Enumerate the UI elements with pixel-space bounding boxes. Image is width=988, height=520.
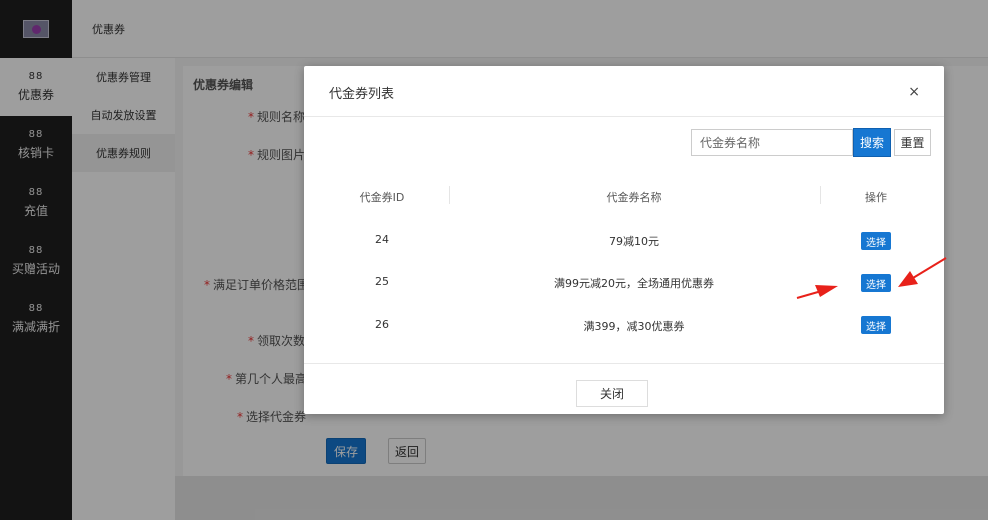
cell-name: 79减10元 [609,235,659,248]
cell-name: 满99元减20元，全场通用优惠券 [554,277,714,290]
column-header-action: 操作 [865,191,887,204]
coupon-list-modal: 代金券列表 × 搜索 重置 代金券ID 代金券名称 操作 24 79减10元 选… [304,66,944,414]
cell-id: 25 [375,275,389,288]
modal-footer-divider [304,363,944,364]
column-header-id: 代金券ID [359,191,405,204]
search-button[interactable]: 搜索 [853,128,891,157]
column-separator [449,186,450,204]
cell-id: 24 [375,233,389,246]
modal-title: 代金券列表 [329,87,395,102]
cell-name: 满399，减30优惠券 [583,320,685,333]
cell-id: 26 [375,318,389,331]
select-button[interactable]: 选择 [861,274,891,292]
column-separator [820,186,821,204]
reset-button[interactable]: 重置 [894,129,931,156]
select-button[interactable]: 选择 [861,316,891,334]
modal-header-divider [304,116,944,117]
coupon-name-search-input[interactable] [691,129,853,156]
close-icon[interactable]: × [908,84,920,100]
close-button[interactable]: 关闭 [576,380,648,407]
select-button[interactable]: 选择 [861,232,891,250]
column-header-name: 代金券名称 [606,191,662,204]
